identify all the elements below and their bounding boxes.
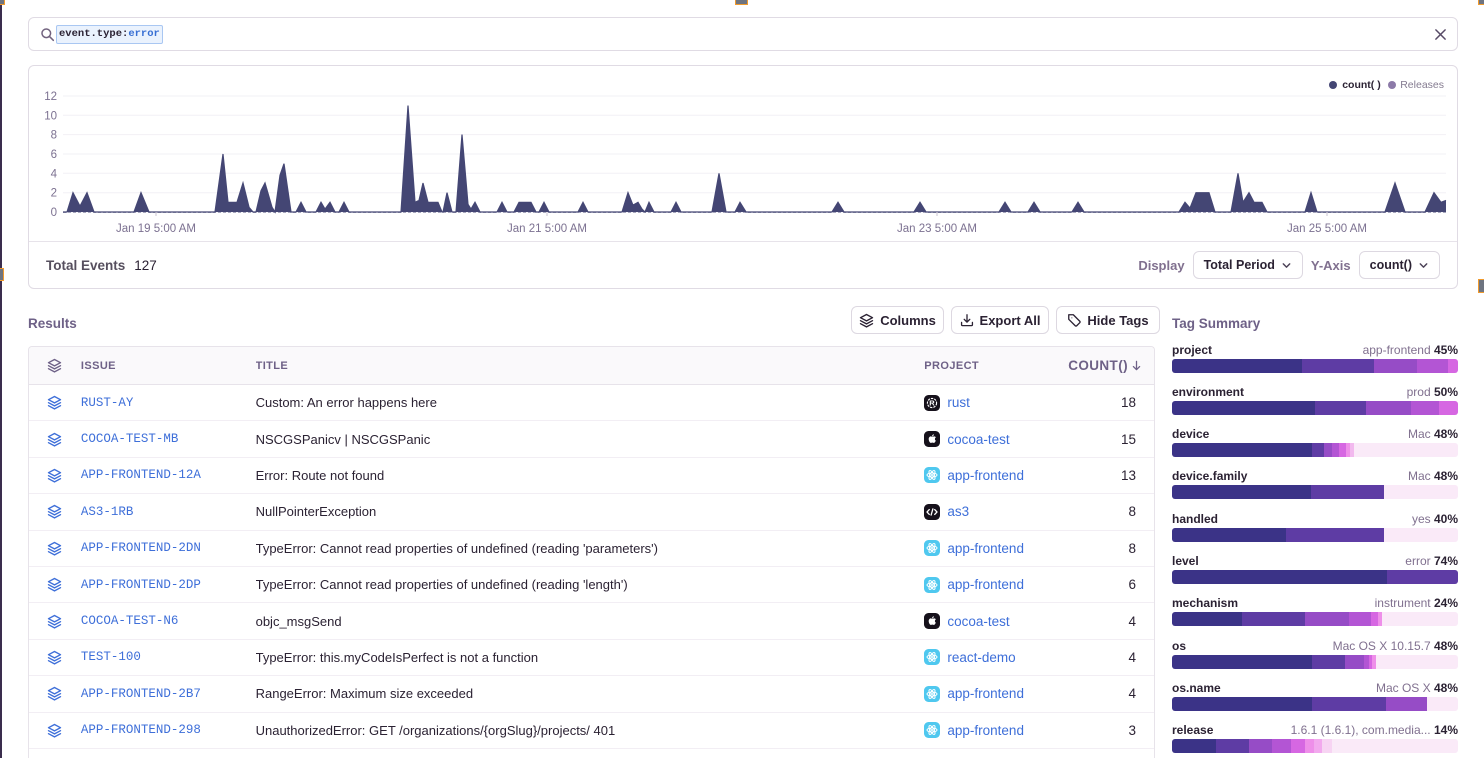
- svg-text:12: 12: [44, 91, 57, 103]
- svg-text:Jan 23 5:00 AM: Jan 23 5:00 AM: [897, 223, 977, 235]
- svg-text:2: 2: [51, 188, 57, 200]
- svg-text:0: 0: [51, 207, 57, 219]
- svg-text:Jan 21 5:00 AM: Jan 21 5:00 AM: [507, 223, 587, 235]
- svg-text:R: R: [930, 398, 936, 407]
- svg-text:8: 8: [51, 130, 57, 142]
- svg-text:4: 4: [51, 168, 58, 180]
- svg-text:Jan 19 5:00 AM: Jan 19 5:00 AM: [116, 223, 196, 235]
- svg-text:Jan 25 5:00 AM: Jan 25 5:00 AM: [1287, 223, 1367, 235]
- svg-text:6: 6: [51, 149, 57, 161]
- svg-text:10: 10: [44, 110, 57, 122]
